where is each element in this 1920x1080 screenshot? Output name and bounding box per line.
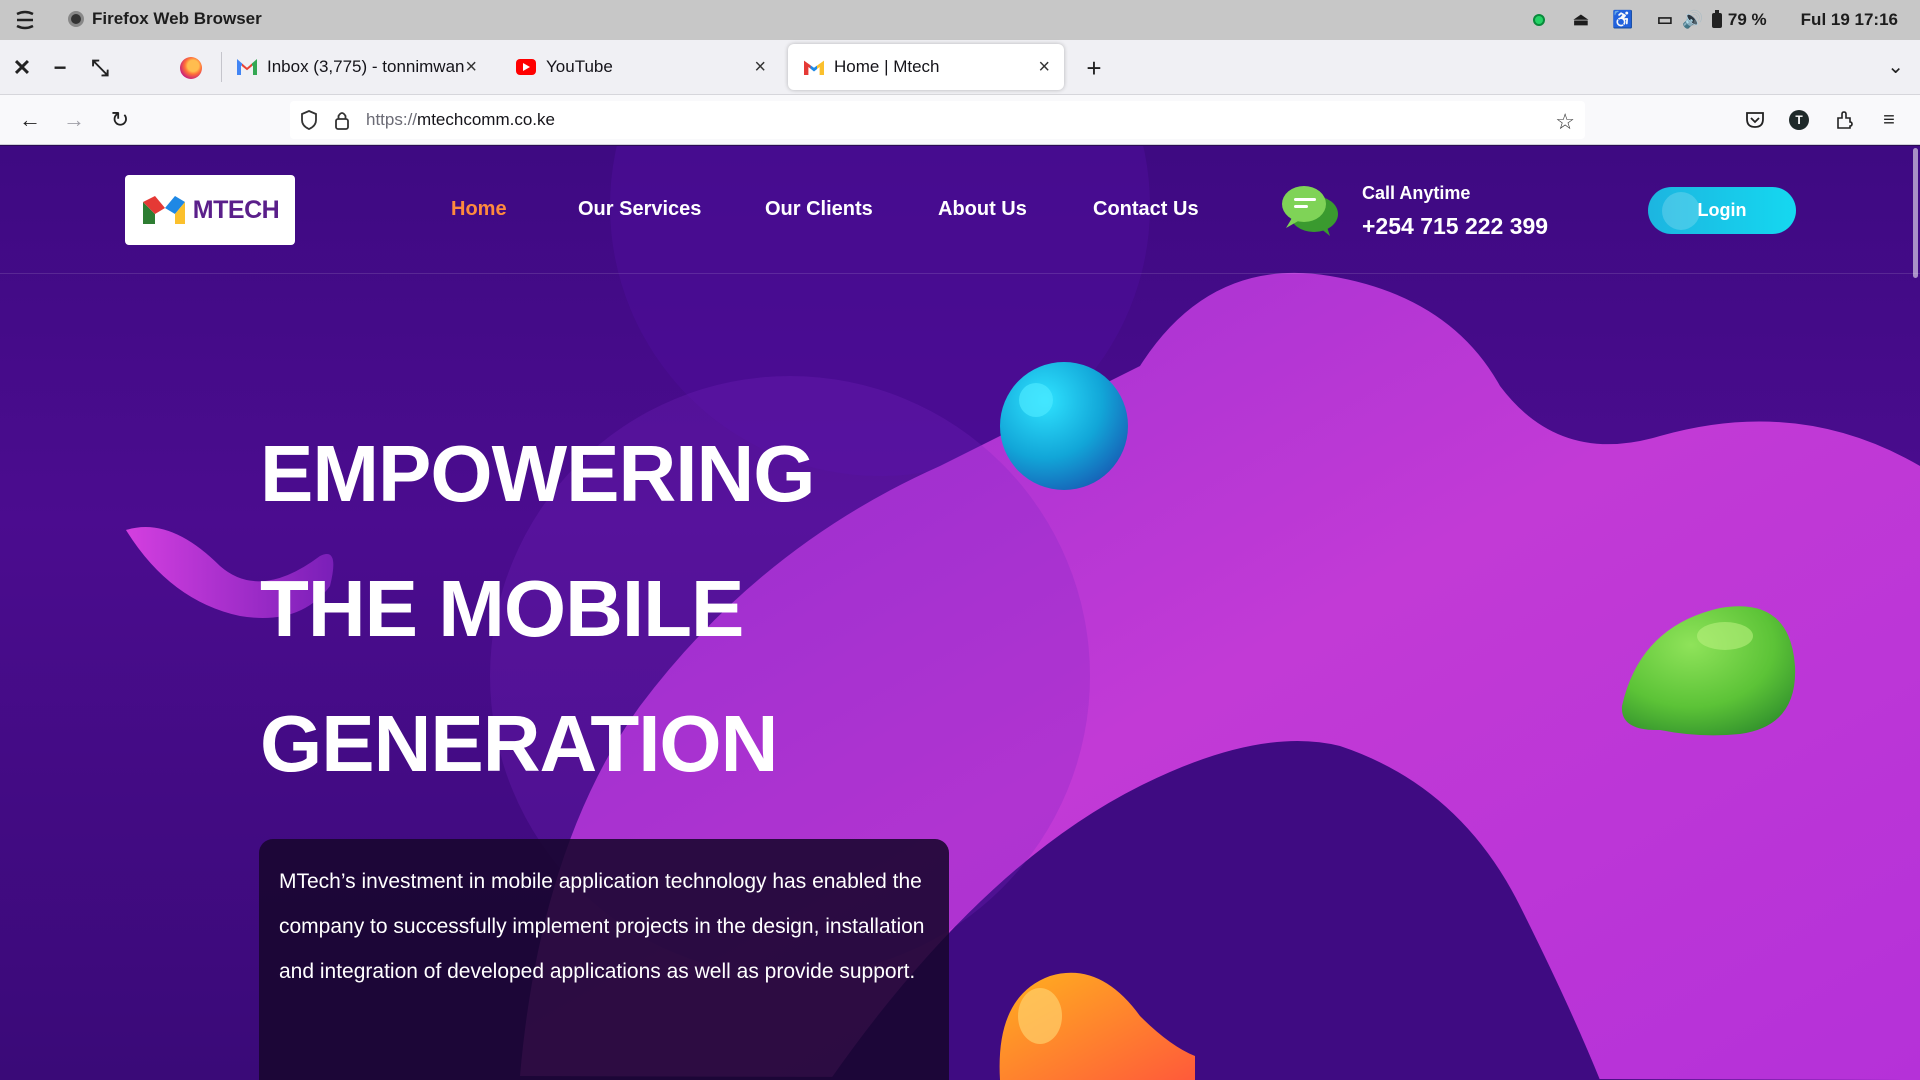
- youtube-icon: [516, 59, 536, 75]
- page-scrollbar[interactable]: [1910, 146, 1920, 1080]
- volume-icon: 🔊: [1682, 10, 1704, 29]
- firefox-icon: [68, 11, 84, 27]
- new-tab-icon[interactable]: +: [1080, 53, 1108, 83]
- url-text[interactable]: https://mtechcomm.co.ke: [366, 110, 555, 130]
- close-tab-icon[interactable]: ×: [465, 56, 477, 79]
- os-top-bar: Firefox Web Browser ⏏ ♿ ▭ 🔊 79 % Ful 19 …: [0, 0, 1920, 40]
- menu-icon[interactable]: ≡: [1876, 107, 1902, 133]
- call-number[interactable]: +254 715 222 399: [1362, 213, 1548, 240]
- nav-home[interactable]: Home: [451, 198, 507, 221]
- web-page: MTECH Home Our Services Our Clients Abou…: [0, 146, 1920, 1080]
- url-bar[interactable]: https://mtechcomm.co.ke ☆: [290, 101, 1585, 139]
- forward-icon[interactable]: →: [60, 106, 88, 134]
- bookmark-star-icon[interactable]: ☆: [1555, 109, 1575, 135]
- window-restore-icon[interactable]: ⤡: [88, 55, 112, 80]
- screen-icon: ▭: [1656, 10, 1673, 29]
- active-app-name: Firefox Web Browser: [92, 9, 262, 28]
- tab-mtech[interactable]: Home | Mtech ×: [788, 44, 1064, 90]
- site-logo[interactable]: MTECH: [125, 175, 295, 245]
- battery-icon: [1711, 9, 1722, 28]
- nav-our-services[interactable]: Our Services: [578, 198, 701, 221]
- tab-title: Inbox (3,775) - tonnimwan: [267, 57, 465, 76]
- close-tab-icon[interactable]: ×: [1038, 56, 1050, 79]
- battery-indicator: 79 %: [1711, 9, 1767, 30]
- hero-description-card: MTech’s investment in mobile application…: [259, 839, 949, 1080]
- activities-icon[interactable]: [14, 9, 36, 31]
- chat-bubble-icon: [1282, 186, 1338, 236]
- mtech-icon: [804, 60, 824, 75]
- navigation-toolbar: ← → ↻ https://mtechcomm.co.ke ☆ T ≡: [0, 95, 1920, 145]
- window-minimize-icon[interactable]: −: [48, 55, 72, 80]
- back-icon[interactable]: ←: [16, 106, 44, 134]
- account-icon[interactable]: T: [1786, 107, 1812, 133]
- nav-our-clients[interactable]: Our Clients: [765, 198, 873, 221]
- gmail-icon: [237, 59, 257, 75]
- lock-icon[interactable]: [334, 110, 350, 130]
- active-app-indicator[interactable]: Firefox Web Browser: [68, 9, 262, 29]
- battery-level: 79 %: [1727, 10, 1767, 29]
- eject-icon[interactable]: ⏏: [1572, 10, 1590, 29]
- tab-youtube[interactable]: YouTube ×: [500, 44, 780, 90]
- firefox-view-icon[interactable]: [180, 57, 202, 79]
- site-header: MTECH Home Our Services Our Clients Abou…: [0, 146, 1920, 274]
- scrollbar-thumb[interactable]: [1913, 148, 1918, 278]
- hero-line: EMPOWERING: [260, 429, 815, 518]
- accessibility-icon[interactable]: ♿: [1612, 10, 1633, 29]
- tracking-protection-icon[interactable]: [300, 110, 318, 130]
- login-label: Login: [1697, 200, 1747, 220]
- mtech-logo-icon: [142, 196, 185, 224]
- hero-line: THE MOBILE: [260, 564, 744, 653]
- hero-description: MTech’s investment in mobile application…: [279, 870, 925, 983]
- tab-gmail[interactable]: Inbox (3,775) - tonnimwan ×: [221, 44, 491, 90]
- clock[interactable]: Ful 19 17:16: [1801, 10, 1898, 30]
- list-all-tabs-icon[interactable]: ⌄: [1887, 54, 1904, 79]
- window-close-icon[interactable]: ✕: [10, 55, 34, 80]
- pocket-icon[interactable]: [1742, 107, 1768, 133]
- reload-icon[interactable]: ↻: [106, 106, 134, 134]
- logo-text: MTECH: [192, 195, 280, 224]
- extensions-icon[interactable]: [1832, 107, 1858, 133]
- system-tray[interactable]: ⏏ ♿ ▭ 🔊 79 % Ful 19 17:16: [1530, 0, 1898, 40]
- tab-title: Home | Mtech: [834, 57, 940, 76]
- login-glow: [1662, 192, 1700, 230]
- hero-title: EMPOWERING THE MOBILE GENERATION: [260, 406, 815, 811]
- nav-contact-us[interactable]: Contact Us: [1093, 198, 1199, 221]
- login-button[interactable]: Login: [1648, 187, 1796, 234]
- status-icons[interactable]: ▭ 🔊 79 %: [1656, 9, 1767, 30]
- hero-line: GENERATION: [260, 699, 778, 788]
- close-tab-icon[interactable]: ×: [754, 56, 766, 79]
- whatsapp-icon[interactable]: [1530, 11, 1548, 29]
- call-label: Call Anytime: [1362, 183, 1471, 203]
- tab-title: YouTube: [546, 57, 613, 76]
- nav-about-us[interactable]: About Us: [938, 198, 1027, 221]
